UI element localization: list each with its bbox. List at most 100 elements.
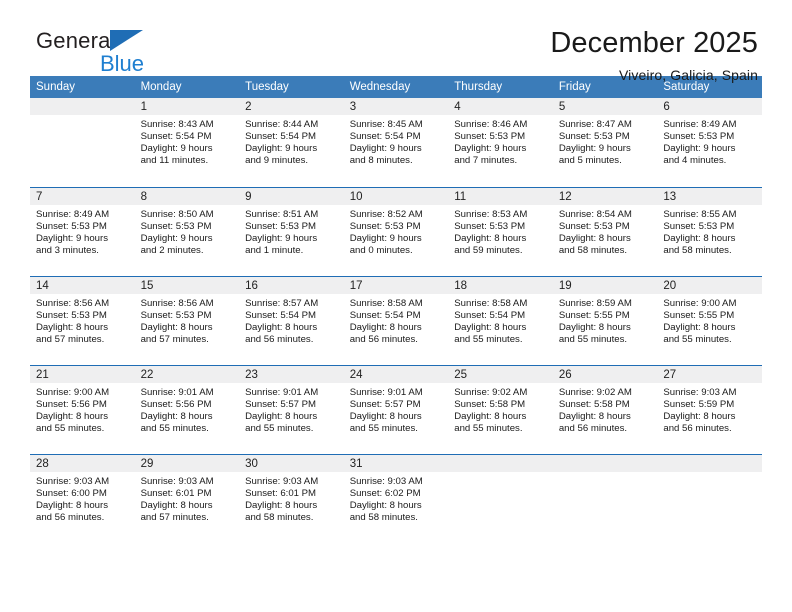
day-number	[552, 454, 658, 472]
calendar-day-cell[interactable]: 4 Sunrise: 8:46 AM Sunset: 5:53 PM Daylight…	[448, 98, 553, 187]
day-detail-line: and 1 minute.	[245, 244, 304, 256]
calendar-day-cell[interactable]: 15 Sunrise: 8:56 AM Sunset: 5:53 PM Dayligh…	[134, 275, 240, 365]
calendar-day-cell-empty	[30, 98, 135, 187]
day-number: 18	[448, 276, 553, 294]
day-detail-line: Sunset: 5:53 PM	[454, 131, 526, 143]
day-detail-line: Sunrise: 9:00 AM	[663, 297, 737, 309]
calendar-day-cell[interactable]: 28 Sunrise: 9:03 AM Sunset: 6:00 PM Dayligh…	[30, 453, 135, 543]
calendar-week-row: 1 Sunrise: 8:43 AM Sunset: 5:54 PM Daylight…	[30, 98, 762, 187]
calendar-day-cell[interactable]: 30 Sunrise: 9:03 AM Sunset: 6:01 PM Dayligh…	[239, 453, 344, 543]
day-detail-line: Daylight: 8 hours	[349, 321, 422, 333]
day-number: 22	[134, 365, 240, 383]
day-number	[448, 454, 553, 472]
calendar-day-cell[interactable]: 19 Sunrise: 8:59 AM Sunset: 5:55 PM Dayligh…	[552, 275, 658, 365]
day-detail-line: Sunset: 5:53 PM	[558, 220, 630, 232]
day-detail-line: and 55 minutes.	[245, 422, 314, 434]
day-detail-line: Daylight: 8 hours	[140, 321, 213, 333]
day-number: 1	[134, 98, 240, 115]
day-details: Sunrise: 8:43 AM Sunset: 5:54 PM Daylight:…	[135, 115, 240, 167]
day-details: Sunrise: 9:03 AM Sunset: 5:59 PM Daylight:…	[657, 383, 762, 435]
day-detail-line: and 56 minutes.	[663, 422, 732, 434]
day-detail-line: Sunset: 5:56 PM	[36, 398, 107, 410]
day-detail-line: Sunrise: 9:01 AM	[140, 386, 214, 398]
calendar-day-cell[interactable]: 10 Sunrise: 8:52 AM Sunset: 5:53 PM Dayligh…	[343, 186, 449, 276]
calendar-day-cell[interactable]: 25 Sunrise: 9:02 AM Sunset: 5:58 PM Dayligh…	[448, 364, 553, 454]
day-detail-line: and 55 minutes.	[349, 422, 418, 434]
day-number: 15	[134, 276, 240, 294]
calendar-day-cell[interactable]: 27 Sunrise: 9:03 AM Sunset: 5:59 PM Dayligh…	[657, 364, 762, 454]
day-detail-line: Sunrise: 8:57 AM	[245, 297, 319, 309]
calendar-day-cell[interactable]: 31 Sunrise: 9:03 AM Sunset: 6:02 PM Dayligh…	[343, 453, 449, 543]
calendar-day-cell[interactable]: 2 Sunrise: 8:44 AM Sunset: 5:54 PM Daylight…	[239, 98, 344, 187]
day-detail-line: Daylight: 9 hours	[245, 143, 318, 155]
day-detail-line: Sunset: 5:53 PM	[454, 220, 526, 232]
day-detail-line: Sunrise: 8:54 AM	[558, 208, 632, 220]
day-detail-line: Daylight: 9 hours	[140, 143, 213, 155]
calendar-day-cell[interactable]: 6 Sunrise: 8:49 AM Sunset: 5:53 PM Daylight…	[657, 98, 762, 187]
calendar-day-cell[interactable]: 24 Sunrise: 9:01 AM Sunset: 5:57 PM Dayligh…	[343, 364, 449, 454]
day-detail-line: Sunrise: 8:49 AM	[36, 208, 110, 220]
day-details: Sunrise: 8:59 AM Sunset: 5:55 PM Daylight:…	[553, 294, 658, 346]
day-details: Sunrise: 9:03 AM Sunset: 6:01 PM Daylight:…	[239, 472, 344, 524]
day-detail-line: and 56 minutes.	[36, 511, 105, 523]
calendar-day-cell[interactable]: 8 Sunrise: 8:50 AM Sunset: 5:53 PM Daylight…	[134, 186, 240, 276]
day-details: Sunrise: 8:55 AM Sunset: 5:53 PM Daylight:…	[657, 205, 762, 257]
day-number: 10	[343, 187, 449, 205]
calendar-day-cell[interactable]: 7 Sunrise: 8:49 AM Sunset: 5:53 PM Daylight…	[30, 186, 135, 276]
day-detail-line: Sunset: 5:53 PM	[140, 309, 212, 321]
calendar-day-cell[interactable]: 9 Sunrise: 8:51 AM Sunset: 5:53 PM Daylight…	[239, 186, 344, 276]
day-detail-line: Sunrise: 9:03 AM	[349, 475, 423, 487]
calendar-day-cell[interactable]: 16 Sunrise: 8:57 AM Sunset: 5:54 PM Dayligh…	[239, 275, 344, 365]
day-details: Sunrise: 8:57 AM Sunset: 5:54 PM Daylight:…	[239, 294, 344, 346]
day-number: 4	[448, 98, 553, 115]
day-number	[657, 454, 762, 472]
day-detail-line: and 0 minutes.	[349, 244, 413, 256]
calendar-page: General Blue December 2025 Viveiro, Gali…	[0, 0, 792, 612]
day-detail-line: Sunrise: 8:47 AM	[558, 119, 632, 130]
day-detail-line: and 57 minutes.	[140, 511, 209, 523]
day-details: Sunrise: 9:02 AM Sunset: 5:58 PM Daylight:…	[553, 383, 658, 435]
day-detail-line: and 55 minutes.	[454, 333, 523, 345]
day-detail-line: Daylight: 8 hours	[36, 321, 108, 333]
weekday-header-thursday: Thursday	[448, 76, 553, 98]
calendar-day-cell[interactable]: 14 Sunrise: 8:56 AM Sunset: 5:53 PM Dayligh…	[30, 275, 135, 365]
calendar-day-cell-empty	[552, 453, 658, 543]
calendar-day-cell[interactable]: 20 Sunrise: 9:00 AM Sunset: 5:55 PM Dayligh…	[657, 275, 762, 365]
calendar-day-cell[interactable]: 5 Sunrise: 8:47 AM Sunset: 5:53 PM Daylight…	[552, 98, 658, 187]
day-detail-line: and 55 minutes.	[36, 422, 105, 434]
calendar-day-cell[interactable]: 17 Sunrise: 8:58 AM Sunset: 5:54 PM Dayligh…	[343, 275, 449, 365]
day-details: Sunrise: 8:56 AM Sunset: 5:53 PM Daylight:…	[30, 294, 135, 346]
calendar-day-cell[interactable]: 11 Sunrise: 8:53 AM Sunset: 5:53 PM Dayligh…	[448, 186, 553, 276]
calendar-day-cell[interactable]: 12 Sunrise: 8:54 AM Sunset: 5:53 PM Dayligh…	[552, 186, 658, 276]
day-detail-line: Daylight: 8 hours	[558, 232, 631, 244]
day-detail-line: and 55 minutes.	[663, 333, 732, 345]
day-detail-line: Sunrise: 8:51 AM	[245, 208, 319, 220]
day-detail-line: Daylight: 9 hours	[349, 232, 422, 244]
day-detail-line: Daylight: 9 hours	[663, 143, 736, 155]
day-number: 27	[657, 365, 762, 383]
day-details: Sunrise: 8:50 AM Sunset: 5:53 PM Daylight:…	[135, 205, 240, 257]
day-detail-line: Sunrise: 9:01 AM	[245, 386, 319, 398]
day-detail-line: Sunrise: 9:00 AM	[36, 386, 110, 398]
calendar-day-cell[interactable]: 23 Sunrise: 9:01 AM Sunset: 5:57 PM Dayligh…	[239, 364, 344, 454]
calendar-day-cell[interactable]: 1 Sunrise: 8:43 AM Sunset: 5:54 PM Daylight…	[134, 98, 240, 187]
calendar-day-cell[interactable]: 21 Sunrise: 9:00 AM Sunset: 5:56 PM Dayligh…	[30, 364, 135, 454]
calendar-day-cell[interactable]: 22 Sunrise: 9:01 AM Sunset: 5:56 PM Dayligh…	[134, 364, 240, 454]
day-details: Sunrise: 8:46 AM Sunset: 5:53 PM Daylight:…	[448, 115, 553, 167]
day-detail-line: Sunset: 5:53 PM	[349, 220, 421, 232]
calendar-day-cell[interactable]: 3 Sunrise: 8:45 AM Sunset: 5:54 PM Daylight…	[343, 98, 449, 187]
day-details: Sunrise: 8:58 AM Sunset: 5:54 PM Daylight:…	[344, 294, 449, 346]
brand-logo[interactable]: General Blue	[36, 28, 216, 84]
calendar-day-cell[interactable]: 29 Sunrise: 9:03 AM Sunset: 6:01 PM Dayligh…	[134, 453, 240, 543]
calendar-day-cell[interactable]: 18 Sunrise: 8:58 AM Sunset: 5:54 PM Dayligh…	[448, 275, 553, 365]
day-number: 9	[239, 187, 344, 205]
day-number: 11	[448, 187, 553, 205]
day-number: 16	[239, 276, 344, 294]
day-detail-line: Sunset: 5:57 PM	[245, 398, 317, 410]
day-detail-line: Sunrise: 8:58 AM	[349, 297, 423, 309]
calendar-day-cell[interactable]: 13 Sunrise: 8:55 AM Sunset: 5:53 PM Dayligh…	[657, 186, 762, 276]
calendar-day-cell[interactable]: 26 Sunrise: 9:02 AM Sunset: 5:58 PM Dayligh…	[552, 364, 658, 454]
calendar-table: Sunday Monday Tuesday Wednesday Thursday Frid…	[30, 76, 762, 543]
calendar-week-row: 7 Sunrise: 8:49 AM Sunset: 5:53 PM Daylight…	[30, 186, 762, 276]
calendar-week-row: 21 Sunrise: 9:00 AM Sunset: 5:56 PM Dayligh…	[30, 364, 762, 454]
